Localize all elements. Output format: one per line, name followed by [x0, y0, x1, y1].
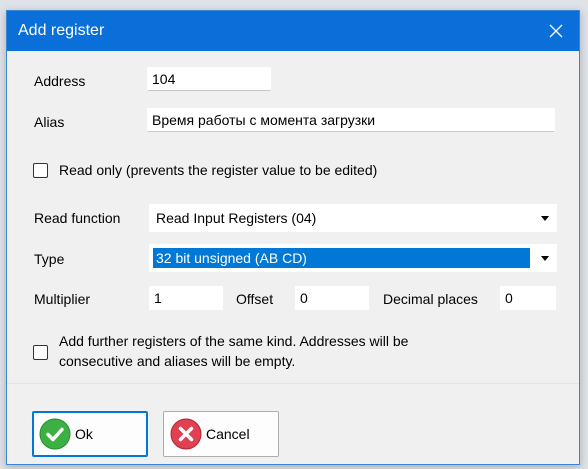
ok-button-label: Ok [75, 426, 93, 442]
multiplier-input[interactable] [149, 286, 223, 310]
type-value: 32 bit unsigned (AB CD) [156, 250, 307, 266]
multiplier-label: Multiplier [34, 291, 91, 307]
alias-input[interactable] [147, 108, 555, 132]
offset-label: Offset [236, 291, 274, 307]
button-bar: Ok Cancel [7, 383, 579, 464]
add-register-dialog: Add register Address Alias Read only (pr… [6, 10, 580, 465]
alias-label: Alias [34, 114, 65, 130]
check-circle-icon [39, 418, 71, 450]
type-label: Type [34, 251, 65, 267]
decimal-places-label: Decimal places [383, 291, 478, 307]
address-input[interactable] [147, 67, 271, 91]
chevron-down-icon [541, 255, 549, 261]
close-button[interactable] [533, 11, 579, 51]
type-dropdown-arrow[interactable] [534, 245, 556, 271]
type-select[interactable]: 32 bit unsigned (AB CD) [149, 244, 557, 272]
offset-input[interactable] [295, 286, 369, 310]
add-further-label-line2: consecutive and aliases will be empty. [59, 353, 296, 369]
read-only-label: Read only (prevents the register value t… [59, 162, 378, 178]
cancel-button-label: Cancel [206, 426, 250, 442]
type-selected-highlight: 32 bit unsigned (AB CD) [153, 248, 530, 268]
dialog-title: Add register [18, 22, 105, 39]
chevron-down-icon [541, 215, 549, 221]
read-function-label: Read function [34, 210, 121, 226]
decimal-places-input[interactable] [500, 286, 556, 310]
read-function-select[interactable]: Read Input Registers (04) [149, 204, 557, 232]
ok-button[interactable]: Ok [32, 411, 148, 457]
add-further-label-line1: Add further registers of the same kind. … [59, 333, 409, 349]
x-circle-icon [170, 418, 202, 450]
cancel-button[interactable]: Cancel [163, 411, 279, 457]
read-function-dropdown-arrow[interactable] [534, 205, 556, 231]
close-icon [549, 24, 563, 38]
read-only-checkbox[interactable] [33, 163, 48, 178]
title-bar: Add register [7, 11, 579, 51]
address-label: Address [34, 73, 86, 89]
read-function-value: Read Input Registers (04) [156, 210, 317, 226]
form-area: Address Alias Read only (prevents the re… [7, 51, 579, 383]
add-further-checkbox[interactable] [33, 345, 48, 360]
